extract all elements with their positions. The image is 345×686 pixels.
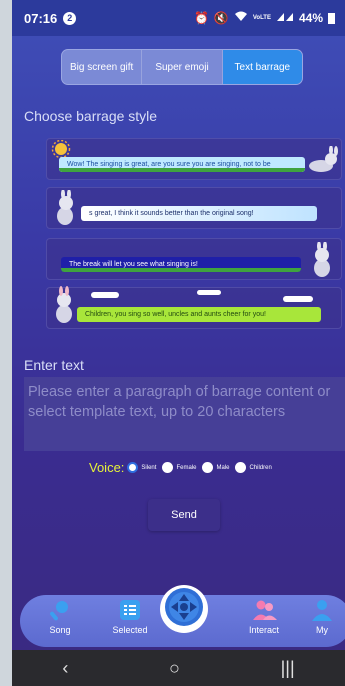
voice-radio-female[interactable] xyxy=(162,462,174,473)
song-list-icon xyxy=(119,599,141,621)
barrage-style-option-1[interactable]: Wow! The singing is great, are you sure … xyxy=(46,138,342,180)
nav-item-my[interactable]: My xyxy=(294,599,345,635)
nav-label: My xyxy=(316,625,328,635)
voice-option-label: Female xyxy=(176,464,197,471)
nav-label: Interact xyxy=(248,625,279,635)
person-icon xyxy=(311,599,333,621)
app-screen: 07:16 2 ⏰ 🔇 VoLTE 44% Big screen gift Su… xyxy=(12,0,345,686)
barrage-template-text: s great, I think it sounds better than t… xyxy=(89,210,254,217)
tab-big-screen-gift[interactable]: Big screen gift xyxy=(62,50,143,84)
enter-text-title: Enter text xyxy=(24,357,84,373)
notification-badge: 2 xyxy=(63,11,77,25)
voice-option-label: Children xyxy=(249,464,272,471)
nav-item-song[interactable]: Song xyxy=(32,599,88,635)
status-time: 07:16 xyxy=(24,10,58,26)
barrage-template-text: Children, you sing so well, uncles and a… xyxy=(85,311,266,318)
battery-percent: 44% xyxy=(298,11,323,25)
voice-option-label: Male xyxy=(216,464,230,471)
voice-radio-male[interactable] xyxy=(202,462,214,473)
system-navigation-bar: ‹ ○ ||| xyxy=(12,650,345,686)
home-icon[interactable]: ○ xyxy=(169,658,180,679)
voice-option-label: Silent xyxy=(141,464,157,471)
rabbit-icon xyxy=(53,189,81,231)
tab-text-barrage[interactable]: Text barrage xyxy=(222,50,302,84)
rabbit-icon xyxy=(309,241,335,283)
tab-super-emoji[interactable]: Super emoji xyxy=(142,50,223,84)
cloud-icon xyxy=(197,290,221,295)
send-button[interactable]: Send xyxy=(148,499,220,531)
mute-icon: 🔇 xyxy=(213,11,229,25)
voice-radio-silent[interactable] xyxy=(127,462,139,473)
back-icon[interactable]: ‹ xyxy=(62,658,68,679)
battery-icon xyxy=(328,12,335,24)
barrage-template-text: Wow! The singing is great, are you sure … xyxy=(67,161,271,168)
nav-item-interact[interactable]: Interact xyxy=(236,599,292,635)
barrage-template-text: The break will let you see what singing … xyxy=(69,261,198,268)
microphone-icon xyxy=(49,599,71,621)
signal-icon xyxy=(276,11,294,25)
barrage-style-option-3[interactable]: The break will let you see what singing … xyxy=(46,238,342,280)
people-icon xyxy=(253,599,277,621)
voice-label: Voice: xyxy=(89,460,125,475)
status-bar: 07:16 2 ⏰ 🔇 VoLTE 44% xyxy=(12,0,345,36)
choose-style-title: Choose barrage style xyxy=(24,108,158,124)
center-play-button[interactable] xyxy=(160,585,208,633)
rabbit-icon xyxy=(303,145,339,179)
cloud-icon xyxy=(91,292,119,298)
rabbit-icon xyxy=(51,286,79,329)
wifi-icon xyxy=(234,11,248,25)
network-type-label: VoLTE xyxy=(252,15,271,21)
voice-selector: Voice: Silent Female Male Children xyxy=(89,460,275,475)
barrage-style-option-2[interactable]: s great, I think it sounds better than t… xyxy=(46,187,342,229)
nav-item-selected[interactable]: Selected xyxy=(102,599,158,635)
alarm-icon: ⏰ xyxy=(193,11,209,25)
barrage-text-input[interactable]: Please enter a paragraph of barrage cont… xyxy=(24,377,345,451)
recents-icon[interactable]: ||| xyxy=(281,658,295,679)
tab-bar: Big screen gift Super emoji Text barrage xyxy=(62,50,302,84)
barrage-style-option-4[interactable]: Children, you sing so well, uncles and a… xyxy=(46,286,342,329)
nav-label: Song xyxy=(49,625,71,635)
cloud-icon xyxy=(283,296,313,302)
play-control-icon xyxy=(164,587,204,632)
voice-radio-children[interactable] xyxy=(235,462,247,473)
nav-label: Selected xyxy=(112,625,148,635)
